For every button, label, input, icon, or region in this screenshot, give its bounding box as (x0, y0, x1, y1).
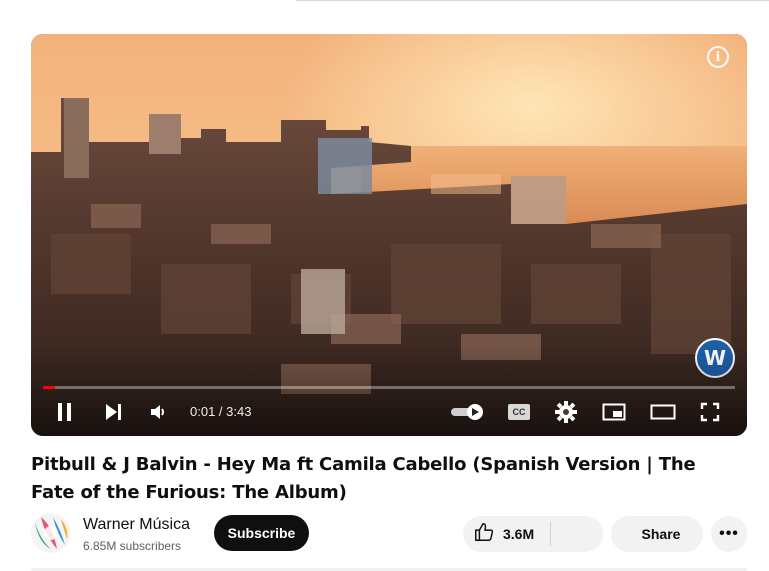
share-button[interactable]: Share (611, 516, 703, 552)
channel-avatar[interactable] (31, 513, 71, 553)
info-icon[interactable]: i (707, 46, 729, 68)
thumbs-up-icon (473, 521, 495, 548)
more-actions-button[interactable]: ••• (711, 516, 747, 552)
dislike-button[interactable] (551, 516, 603, 552)
miniplayer-icon[interactable] (601, 400, 627, 424)
progress-bar[interactable] (43, 386, 735, 389)
search-bar-edge (296, 0, 769, 1)
theater-icon[interactable] (648, 400, 678, 424)
settings-icon[interactable] (554, 400, 578, 424)
channel-name[interactable]: Warner Música (83, 515, 190, 535)
progress-fill (43, 386, 56, 389)
share-label: Share (641, 526, 681, 542)
time-display: 0:01 / 3:43 (190, 404, 252, 419)
like-dislike-group: 3.6M (463, 516, 603, 552)
video-player[interactable]: i W 0:01 / 3:43 CC (31, 34, 747, 436)
autoplay-toggle-icon[interactable] (449, 401, 487, 423)
video-title: Pitbull & J Balvin - Hey Ma ft Camila Ca… (31, 454, 696, 503)
fullscreen-icon[interactable] (698, 400, 722, 424)
subscriber-count: 6.85M subscribers (83, 539, 182, 553)
pause-icon[interactable] (53, 400, 77, 424)
like-button[interactable]: 3.6M (463, 516, 550, 552)
subscribe-button[interactable]: Subscribe (214, 515, 309, 551)
volume-icon[interactable] (147, 400, 171, 424)
captions-icon[interactable]: CC (507, 402, 531, 422)
next-icon[interactable] (101, 400, 125, 424)
like-count: 3.6M (503, 526, 535, 542)
controls-gradient (31, 346, 747, 436)
